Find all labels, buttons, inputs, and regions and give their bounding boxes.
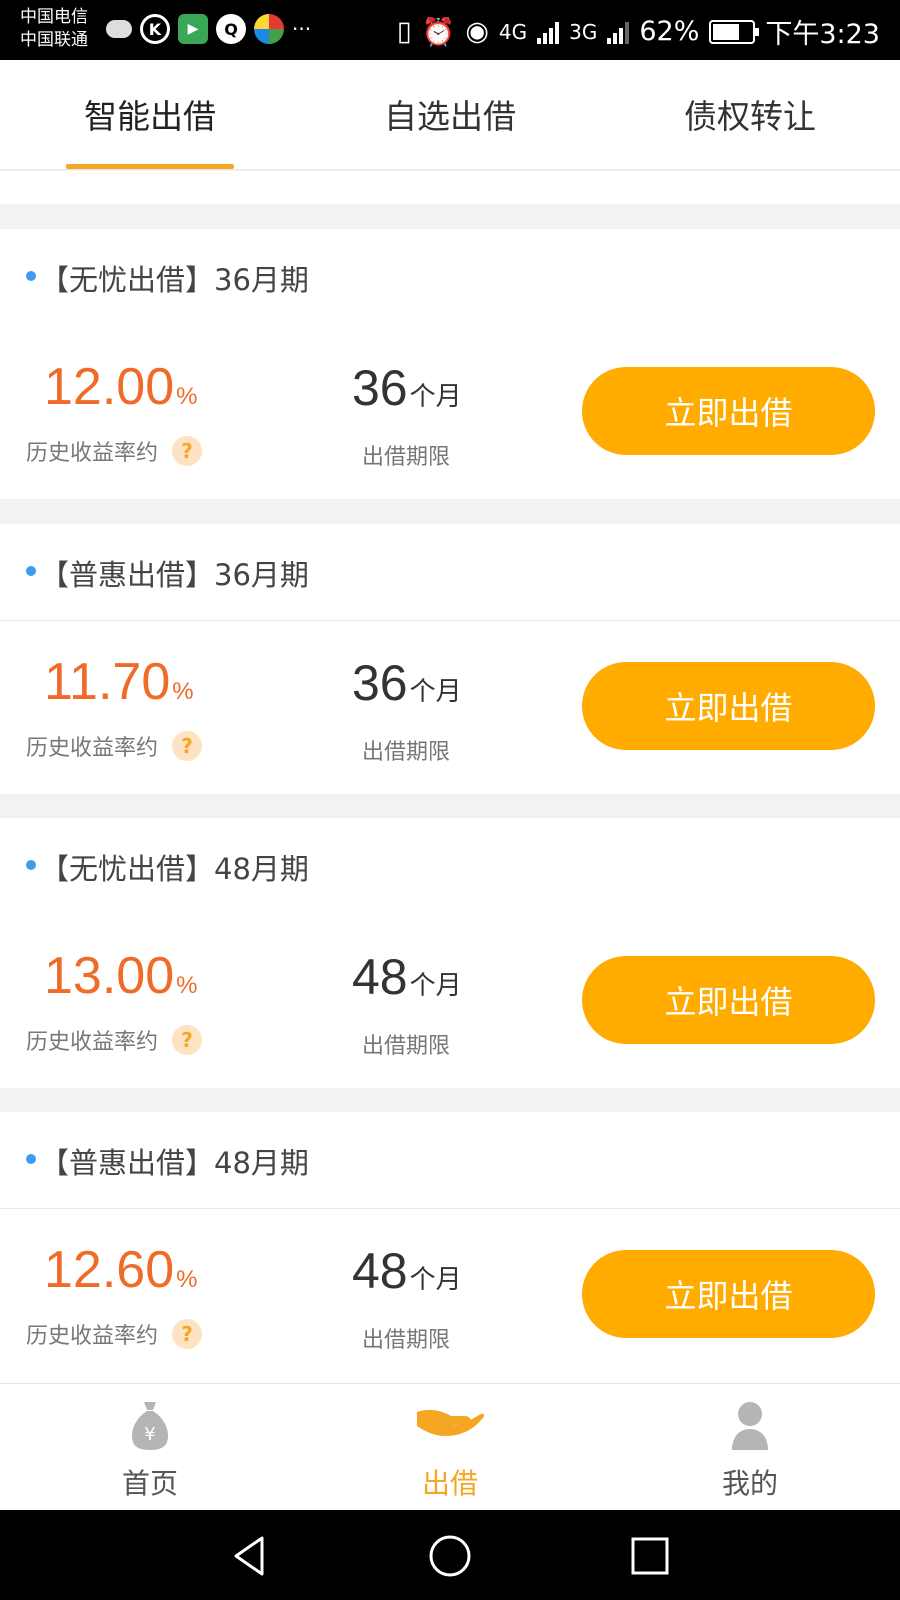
product-card[interactable]: 【无忧出借】48月期 13.00% 历史收益率约? 48个月 出借期限 立即出借 xyxy=(0,818,900,1088)
rate-value: 12.60% xyxy=(44,1241,198,1299)
carrier-names: 中国电信 中国联通 xyxy=(20,6,88,52)
rate-value: 13.00% xyxy=(44,947,198,1005)
help-question-icon[interactable]: ? xyxy=(172,1025,203,1055)
nav-mine-label: 我的 xyxy=(721,1467,778,1500)
network-type-2: 3G xyxy=(569,19,598,44)
term-value: 48个月 xyxy=(352,949,462,1005)
tab-debt-transfer[interactable]: 债权转让 xyxy=(640,90,860,138)
notification-icons: K ▶ Q ··· xyxy=(106,14,311,44)
help-question-icon[interactable]: ? xyxy=(172,436,203,466)
term-label: 出借期限 xyxy=(362,1034,451,1059)
rate-value: 12.00% xyxy=(44,358,198,416)
recent-apps-icon[interactable] xyxy=(626,1532,674,1580)
divider xyxy=(0,1208,900,1209)
product-card[interactable]: 【普惠出借】48月期 12.60% 历史收益率约? 48个月 出借期限 立即出借 xyxy=(0,1112,900,1383)
rate-value: 11.70% xyxy=(44,653,194,711)
product-title: 【无忧出借】48月期 xyxy=(40,852,309,886)
back-icon[interactable] xyxy=(226,1532,274,1580)
divider xyxy=(0,620,900,621)
tab-self-select-invest[interactable]: 自选出借 xyxy=(340,90,560,138)
money-bag-icon: ¥ xyxy=(132,1402,168,1450)
rate-label: 历史收益率约? xyxy=(26,1024,203,1056)
term-label: 出借期限 xyxy=(362,445,451,470)
hand-icon xyxy=(417,1409,485,1436)
term-label: 出借期限 xyxy=(362,1328,451,1353)
bullet-dot-icon xyxy=(26,271,36,281)
nav-mine[interactable]: 我的 xyxy=(660,1384,840,1511)
bottom-nav: ¥ 首页 出借 我的 xyxy=(0,1383,900,1510)
nav-home-label: 首页 xyxy=(121,1467,178,1500)
top-tabs: 智能出借 自选出借 债权转让 xyxy=(0,60,900,170)
battery-icon xyxy=(709,19,760,44)
nav-invest-label: 出借 xyxy=(421,1467,478,1500)
product-card[interactable]: 【无忧出借】36月期 12.00% 历史收益率约? 36个月 出借期限 立即出借 xyxy=(0,229,900,499)
rate-label: 历史收益率约? xyxy=(26,730,203,762)
card-header: 【普惠出借】36月期 xyxy=(0,524,900,620)
invest-now-button[interactable]: 立即出借 xyxy=(582,956,875,1044)
more-notifications-icon: ··· xyxy=(292,17,312,41)
product-card[interactable]: 【普惠出借】36月期 11.70% 历史收益率约? 36个月 出借期限 立即出借 xyxy=(0,524,900,794)
bullet-dot-icon xyxy=(26,566,36,576)
status-bar: 中国电信 中国联通 K ▶ Q ··· ▯ ⏰ ◉ 4G 3G 62% 下午3:… xyxy=(0,0,900,60)
bullet-dot-icon xyxy=(26,860,36,870)
list-top-spacer xyxy=(0,171,900,204)
vibrate-icon: ▯ xyxy=(396,16,412,47)
carrier-1: 中国电信 xyxy=(20,7,88,27)
product-title: 【普惠出借】48月期 xyxy=(40,1146,309,1180)
rate-label: 历史收益率约? xyxy=(26,435,203,467)
invest-now-button[interactable]: 立即出借 xyxy=(582,367,875,455)
term-value: 36个月 xyxy=(352,360,462,416)
video-app-icon: ▶ xyxy=(178,14,208,44)
invest-now-button[interactable]: 立即出借 xyxy=(582,662,875,750)
colorful-app-icon xyxy=(254,14,284,44)
cloud-icon xyxy=(106,20,132,38)
term-value: 48个月 xyxy=(352,1243,462,1299)
home-circle-icon[interactable] xyxy=(426,1532,474,1580)
network-type-1: 4G xyxy=(498,19,528,44)
card-header: 【无忧出借】36月期 xyxy=(0,229,900,325)
card-header: 【无忧出借】48月期 xyxy=(0,818,900,914)
nav-invest[interactable]: 出借 xyxy=(360,1384,540,1511)
card-header: 【普惠出借】48月期 xyxy=(0,1112,900,1208)
active-tab-indicator xyxy=(66,164,234,169)
signal-icon-1 xyxy=(537,20,560,44)
term-value: 36个月 xyxy=(352,655,462,711)
rate-label: 历史收益率约? xyxy=(26,1318,203,1350)
system-status: ▯ ⏰ ◉ 4G 3G 62% 下午3:23 xyxy=(397,12,880,51)
product-title: 【普惠出借】36月期 xyxy=(40,558,309,592)
q-app-icon: Q xyxy=(216,14,246,44)
k-app-icon: K xyxy=(140,14,170,44)
term-label: 出借期限 xyxy=(362,740,451,765)
signal-icon-2 xyxy=(607,20,630,44)
svg-text:¥: ¥ xyxy=(144,1424,155,1445)
battery-percent: 62% xyxy=(639,16,700,47)
help-question-icon[interactable]: ? xyxy=(172,731,203,761)
help-question-icon[interactable]: ? xyxy=(172,1319,203,1349)
alarm-icon: ⏰ xyxy=(421,16,456,48)
eye-icon: ◉ xyxy=(465,16,489,47)
tab-smart-invest[interactable]: 智能出借 xyxy=(40,90,260,138)
bullet-dot-icon xyxy=(26,1154,36,1164)
person-icon xyxy=(732,1402,768,1450)
invest-now-button[interactable]: 立即出借 xyxy=(582,1250,875,1338)
clock: 下午3:23 xyxy=(765,19,880,50)
system-nav-bar xyxy=(0,1510,900,1600)
carrier-2: 中国联通 xyxy=(20,30,88,50)
product-title: 【无忧出借】36月期 xyxy=(40,263,309,297)
nav-home[interactable]: ¥ 首页 xyxy=(60,1384,240,1511)
